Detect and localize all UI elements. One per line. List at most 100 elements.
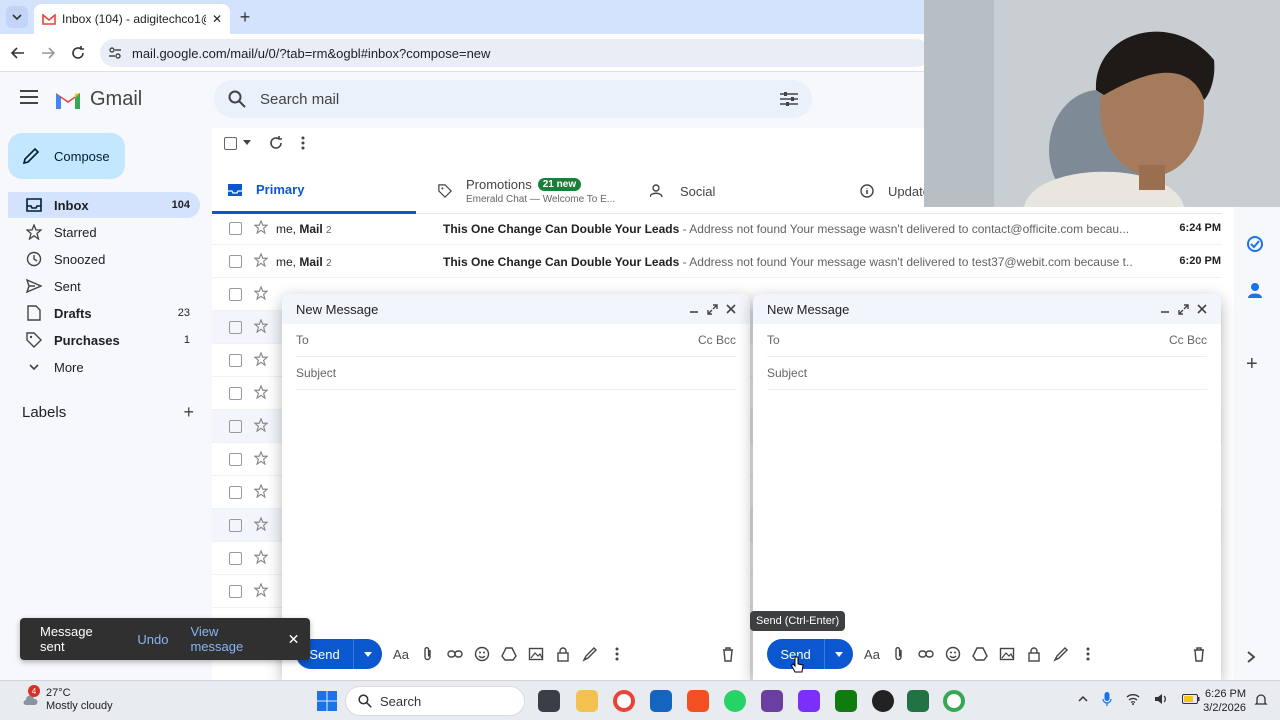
star-icon[interactable] [254, 451, 268, 465]
volume-icon[interactable] [1154, 693, 1168, 705]
select-all-checkbox[interactable] [224, 136, 251, 150]
attach-icon[interactable] [891, 646, 907, 662]
obs-icon[interactable] [872, 690, 894, 712]
star-icon[interactable] [254, 385, 268, 399]
drive-icon[interactable] [501, 646, 517, 662]
emoji-icon[interactable] [474, 646, 490, 662]
attach-icon[interactable] [420, 646, 436, 662]
gmail-logo[interactable]: Gmail [54, 88, 142, 111]
drive-icon[interactable] [972, 646, 988, 662]
address-bar[interactable]: mail.google.com/mail/u/0/?tab=rm&ogbl#in… [100, 39, 930, 67]
message-body[interactable] [767, 392, 1207, 632]
site-settings-icon[interactable] [108, 46, 122, 60]
compose-header[interactable]: New Message [753, 294, 1221, 324]
formatting-icon[interactable]: Aa [393, 646, 409, 662]
excel-icon[interactable] [907, 690, 929, 712]
star-icon[interactable] [254, 352, 268, 366]
row-checkbox[interactable] [229, 486, 242, 499]
search-bar[interactable]: Search mail [214, 80, 812, 118]
confidential-mode-icon[interactable] [555, 646, 571, 662]
star-icon[interactable] [254, 550, 268, 564]
store-icon[interactable] [650, 690, 672, 712]
star-icon[interactable] [254, 253, 268, 267]
taskbar-search[interactable]: Search [345, 686, 525, 716]
whatsapp-icon[interactable] [724, 690, 746, 712]
tab-social[interactable]: Social [650, 168, 850, 214]
reload-button[interactable] [68, 43, 88, 63]
minimize-icon[interactable] [689, 304, 699, 314]
subject-field[interactable]: Subject [296, 357, 736, 390]
sidebar-item-starred[interactable]: Starred [8, 219, 200, 245]
chrome-profile-icon[interactable] [943, 690, 965, 712]
new-tab-button[interactable]: + [236, 7, 254, 27]
search-options-icon[interactable] [780, 91, 798, 107]
star-icon[interactable] [254, 484, 268, 498]
cc-bcc-link[interactable]: Cc Bcc [698, 333, 736, 347]
send-options-button[interactable] [825, 639, 853, 669]
cc-bcc-link[interactable]: Cc Bcc [1169, 333, 1207, 347]
microphone-icon[interactable] [1102, 691, 1112, 707]
more-options-icon[interactable] [1080, 646, 1096, 662]
star-icon[interactable] [254, 418, 268, 432]
proton-icon[interactable] [761, 690, 783, 712]
row-checkbox[interactable] [229, 387, 242, 400]
refresh-icon[interactable] [269, 136, 283, 150]
expand-icon[interactable] [1178, 303, 1189, 315]
back-button[interactable] [8, 43, 28, 63]
subject-field[interactable]: Subject [767, 357, 1207, 390]
tab-primary[interactable]: Primary [212, 168, 416, 214]
expand-icon[interactable] [707, 303, 718, 315]
close-icon[interactable] [1197, 304, 1207, 314]
sidebar-item-drafts[interactable]: Drafts 23 [8, 300, 200, 326]
table-row[interactable]: me, Mail 2 This One Change Can Double Yo… [212, 212, 1222, 245]
wifi-icon[interactable] [1126, 693, 1140, 705]
browser-tab[interactable]: Inbox (104) - adigitechco1@gm ✕ [34, 4, 230, 34]
row-checkbox[interactable] [229, 222, 242, 235]
send-options-button[interactable] [354, 639, 382, 669]
link-icon[interactable] [447, 646, 463, 662]
signature-icon[interactable] [1053, 646, 1069, 662]
chrome-icon[interactable] [613, 690, 635, 712]
star-icon[interactable] [254, 583, 268, 597]
undo-button[interactable]: Undo [137, 632, 168, 647]
row-checkbox[interactable] [229, 255, 242, 268]
row-checkbox[interactable] [229, 453, 242, 466]
weather-widget[interactable]: 4 27°C Mostly cloudy [22, 685, 113, 713]
search-input[interactable]: Search mail [260, 91, 780, 108]
formatting-icon[interactable]: Aa [864, 646, 880, 662]
emoji-icon[interactable] [945, 646, 961, 662]
photo-icon[interactable] [528, 646, 544, 662]
tab-close-icon[interactable]: ✕ [212, 12, 222, 26]
tab-promotions[interactable]: Promotions 21 new Emerald Chat — Welcome… [438, 168, 638, 214]
sidebar-item-inbox[interactable]: Inbox 104 [8, 192, 200, 218]
sidebar-item-snoozed[interactable]: Snoozed [8, 246, 200, 272]
search-icon[interactable] [228, 90, 246, 108]
contacts-icon[interactable] [1246, 281, 1264, 299]
forward-button[interactable] [38, 43, 58, 63]
sidebar-item-sent[interactable]: Sent [8, 273, 200, 299]
view-message-link[interactable]: View message [190, 624, 266, 654]
close-icon[interactable] [726, 304, 736, 314]
to-field[interactable]: To Cc Bcc [767, 324, 1207, 357]
row-checkbox[interactable] [229, 552, 242, 565]
add-addon-button[interactable]: + [1246, 353, 1258, 376]
row-checkbox[interactable] [229, 519, 242, 532]
sidebar-item-purchases[interactable]: Purchases 1 [8, 327, 200, 353]
task-view-icon[interactable] [538, 690, 560, 712]
signature-icon[interactable] [582, 646, 598, 662]
more-options-icon[interactable] [609, 646, 625, 662]
discard-draft-icon[interactable] [1191, 646, 1207, 662]
tasks-icon[interactable] [1246, 235, 1264, 253]
photo-icon[interactable] [999, 646, 1015, 662]
row-checkbox[interactable] [229, 585, 242, 598]
notification-bell-icon[interactable] [1254, 693, 1268, 707]
add-label-button[interactable]: + [183, 402, 194, 423]
close-icon[interactable] [289, 634, 298, 644]
minimize-icon[interactable] [1160, 304, 1170, 314]
main-menu-button[interactable] [20, 90, 38, 104]
discard-draft-icon[interactable] [720, 646, 736, 662]
star-icon[interactable] [254, 517, 268, 531]
row-checkbox[interactable] [229, 321, 242, 334]
compose-button[interactable]: Compose [8, 133, 125, 179]
sidebar-item-more[interactable]: More [8, 354, 200, 380]
